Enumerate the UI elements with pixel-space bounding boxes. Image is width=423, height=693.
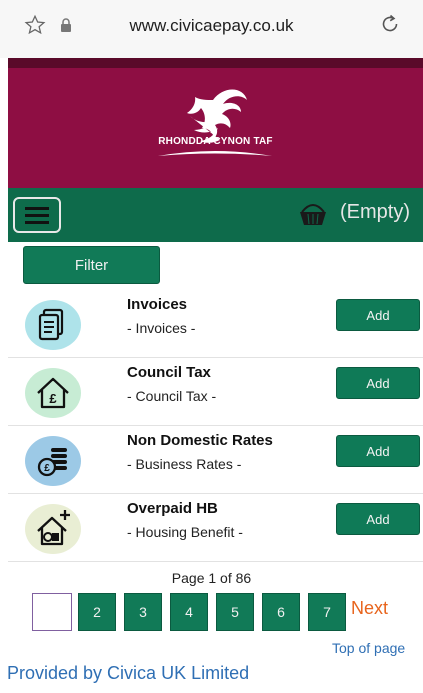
add-button[interactable]: Add: [336, 435, 420, 467]
svg-text:£: £: [44, 463, 50, 474]
list-item: £ Non Domestic Rates - Business Rates - …: [8, 426, 423, 494]
item-subtitle: - Council Tax -: [127, 388, 217, 404]
item-subtitle: - Business Rates -: [127, 456, 242, 472]
svg-text:£: £: [49, 391, 57, 406]
filter-button[interactable]: Filter: [23, 246, 160, 284]
hamburger-menu-button[interactable]: [13, 197, 61, 233]
next-page-link[interactable]: Next: [351, 598, 388, 619]
basket-icon[interactable]: [296, 200, 330, 228]
add-button[interactable]: Add: [336, 503, 420, 535]
menu-line: [25, 221, 49, 224]
item-subtitle: - Housing Benefit -: [127, 524, 243, 540]
menu-line: [25, 207, 49, 210]
top-of-page-link[interactable]: Top of page: [332, 640, 405, 656]
list-item: Overpaid HB - Housing Benefit - Add: [8, 494, 423, 562]
url-text[interactable]: www.civicaepay.co.uk: [0, 16, 423, 36]
council-banner: RHONDDA CYNON TAF: [8, 58, 423, 188]
nav-bar: (Empty): [8, 188, 423, 242]
add-button[interactable]: Add: [336, 299, 420, 331]
page-button-7[interactable]: 7: [308, 593, 346, 631]
reload-icon[interactable]: [378, 12, 402, 36]
dragon-logo-icon[interactable]: [8, 82, 423, 182]
house-pound-icon: £: [25, 368, 81, 418]
coins-pound-icon: £: [25, 436, 81, 486]
basket-status[interactable]: (Empty): [340, 201, 410, 224]
item-title: Invoices: [127, 296, 188, 313]
page-button-5[interactable]: 5: [216, 593, 254, 631]
item-title: Council Tax: [127, 364, 211, 381]
invoice-icon: [25, 300, 81, 350]
provided-by-link[interactable]: Provided by Civica UK Limited: [7, 663, 249, 684]
item-title: Overpaid HB: [127, 500, 218, 517]
house-plus-icon: [25, 504, 81, 554]
menu-line: [25, 214, 49, 217]
banner-top-strip: [8, 58, 423, 68]
item-title: Non Domestic Rates: [127, 432, 273, 449]
item-subtitle: - Invoices -: [127, 320, 196, 336]
page-button-3[interactable]: 3: [124, 593, 162, 631]
page-button-4[interactable]: 4: [170, 593, 208, 631]
add-button[interactable]: Add: [336, 367, 420, 399]
logo-text: RHONDDA CYNON TAF: [158, 136, 273, 147]
page-button-6[interactable]: 6: [262, 593, 300, 631]
page-info: Page 1 of 86: [171, 570, 252, 586]
list-item: £ Council Tax - Council Tax - Add: [8, 358, 423, 426]
page-current: [32, 593, 72, 631]
browser-address-bar: www.civicaepay.co.uk: [0, 0, 423, 58]
list-item: Invoices - Invoices - Add: [8, 290, 423, 358]
page-button-2[interactable]: 2: [78, 593, 116, 631]
